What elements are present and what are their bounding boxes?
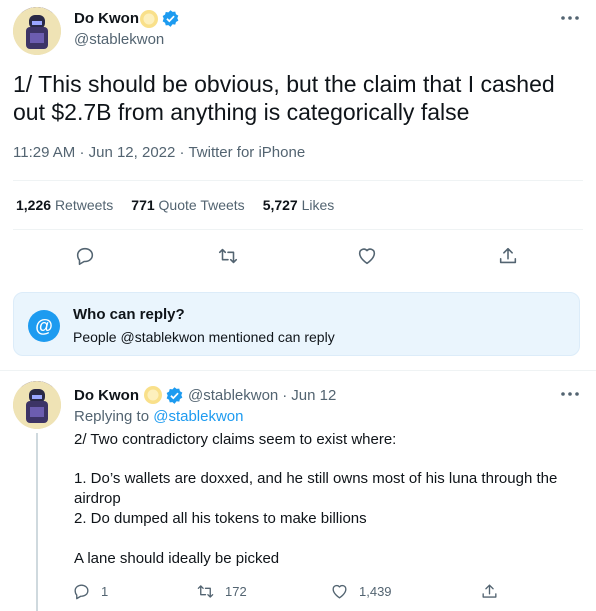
more-dots-icon [561,16,579,20]
quotes-label: Quote Tweets [158,197,245,213]
verified-badge-icon [161,9,180,33]
retweet-icon [218,248,238,264]
author-name[interactable]: Do Kwon [74,10,139,27]
reply-count: 1 [101,584,109,599]
reply-author-name[interactable]: Do Kwon [74,387,139,404]
retweet-button[interactable] [215,243,241,269]
like-button[interactable] [354,243,380,269]
tweet-stats: 1,226 Retweets 771 Quote Tweets 5,727 Li… [16,197,334,213]
retweets-count: 1,226 [16,197,52,213]
tweet-meta: 11:29 AM · Jun 12, 2022 · Twitter for iP… [13,144,305,161]
share-button[interactable] [495,243,521,269]
like-count: 1,439 [359,584,392,599]
author-avatar[interactable] [13,7,61,55]
reply-button[interactable] [72,243,98,269]
share-icon [482,584,497,598]
reply-author-handle[interactable]: @stablekwon [188,387,278,404]
who-can-reply-title: Who can reply? [73,306,185,323]
retweets-stat[interactable]: 1,226 Retweets [16,197,113,213]
replying-to-label: Replying to [74,408,150,425]
reply-line-1: 2/ Two contradictory claims seem to exis… [74,431,397,448]
replying-to: Replying to @stablekwon [74,408,244,425]
likes-stat[interactable]: 5,727 Likes [263,197,335,213]
reply-header: Do Kwon @stablekwon · Jun 12 [74,385,336,405]
retweet-count: 172 [225,584,247,599]
thread-line [36,433,38,611]
divider [0,370,596,371]
reply-icon [76,247,94,266]
author-handle[interactable]: @stablekwon [74,31,164,48]
coin-badge-icon [144,386,162,404]
reply-icon [74,584,89,600]
divider [13,229,583,230]
retweets-label: Retweets [54,197,114,213]
who-can-reply-body: People @stablekwon mentioned can reply [73,329,335,345]
more-dots-icon [561,392,579,396]
tweet-source[interactable]: Twitter for iPhone [188,144,305,161]
likes-count: 5,727 [262,197,298,213]
tweet-text: 1/ This should be obvious, but the claim… [13,71,555,125]
meta-separator: · [79,144,85,161]
quotes-stat[interactable]: 771 Quote Tweets [131,197,244,213]
meta-separator: · [179,144,185,161]
reply-more-options-button[interactable] [556,384,584,404]
heart-icon [332,584,347,599]
reply-date[interactable]: Jun 12 [291,387,336,404]
reply-share-button[interactable] [480,582,500,602]
replying-to-handle[interactable]: @stablekwon [153,408,243,425]
heart-icon [358,248,376,265]
verified-badge-icon [166,386,183,404]
reply-line-2: 1. Do’s wallets are doxxed, and he still… [74,470,558,507]
tweet-date[interactable]: Jun 12, 2022 [89,144,176,161]
reply-line-4: A lane should ideally be picked [74,550,280,567]
reply-line-3: 2. Do dumped all his tokens to make bill… [74,510,367,527]
mention-icon: @ [28,310,60,342]
tweet-time[interactable]: 11:29 AM [13,144,75,161]
who-can-reply-box: @ Who can reply? People @stablekwon ment… [13,292,580,356]
reply-retweet-button[interactable]: 172 [196,582,247,601]
reply-separator: · [282,386,288,404]
likes-label: Likes [301,197,335,213]
retweet-icon [197,585,214,598]
quotes-count: 771 [131,197,155,213]
reply-like-button[interactable]: 1,439 [330,582,392,601]
share-icon [499,247,517,264]
reply-reply-button[interactable]: 1 [72,582,108,601]
divider [13,180,583,181]
reply-author-avatar[interactable] [13,381,61,429]
more-options-button[interactable] [556,8,584,28]
